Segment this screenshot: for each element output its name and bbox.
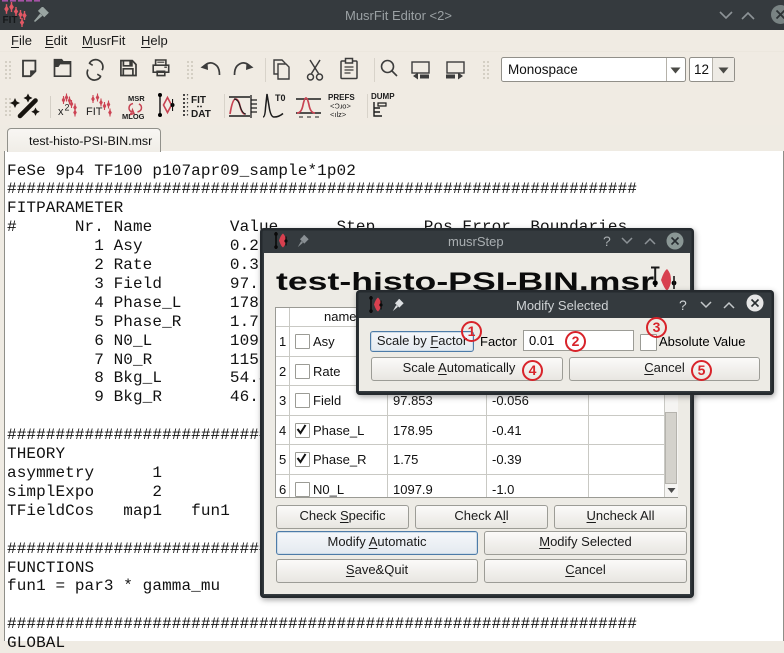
svg-text:T0: T0 <box>275 93 286 103</box>
svg-text:Monospace: Monospace <box>508 62 578 77</box>
svg-text:x: x <box>58 106 64 118</box>
svg-text:MLOG: MLOG <box>122 112 145 121</box>
svg-text:FIT: FIT <box>191 95 206 106</box>
svg-text:DAT: DAT <box>191 109 211 120</box>
svg-text:2: 2 <box>65 103 70 113</box>
svg-text:FIT: FIT <box>86 106 103 118</box>
svg-text:FIT: FIT <box>3 15 18 26</box>
svg-text:MSR: MSR <box>128 94 145 103</box>
svg-text:<ılz>: <ılz> <box>330 110 347 119</box>
svg-text:12: 12 <box>694 62 709 77</box>
svg-text:DUMP: DUMP <box>371 92 395 101</box>
